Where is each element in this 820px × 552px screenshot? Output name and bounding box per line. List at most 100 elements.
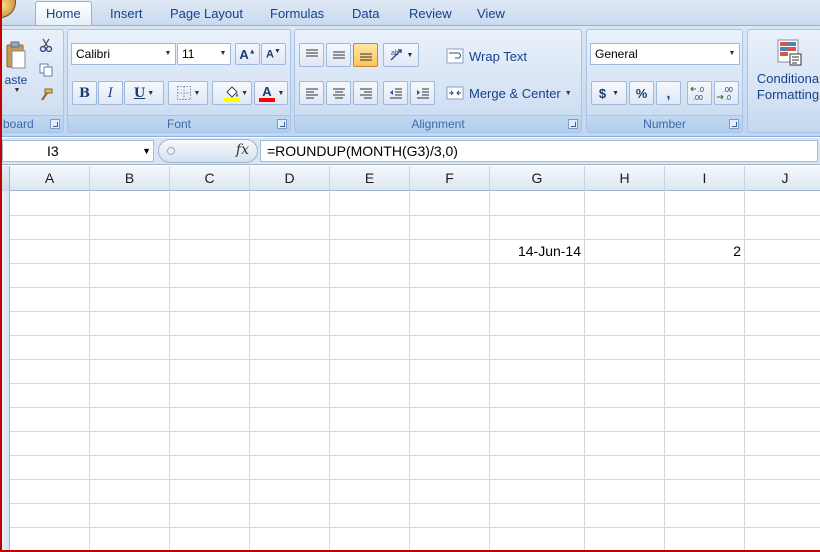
increase-decimal-button[interactable]: .0 .00: [687, 81, 712, 105]
scissors-icon: [39, 38, 53, 52]
number-format-select[interactable]: General ▼: [590, 43, 740, 65]
insert-function-icon[interactable]: fx: [236, 142, 249, 158]
align-left-button[interactable]: [299, 81, 324, 105]
tab-data[interactable]: Data: [348, 2, 383, 26]
column-header-a[interactable]: A: [10, 166, 90, 191]
currency-label: $: [598, 85, 607, 101]
column-header-e[interactable]: E: [330, 166, 410, 191]
name-box-value: I3: [47, 143, 59, 159]
font-size-select[interactable]: 11 ▼: [177, 43, 231, 65]
align-middle-button[interactable]: [326, 43, 351, 67]
borders-button[interactable]: ▼: [168, 81, 208, 105]
increase-indent-button[interactable]: [410, 81, 435, 105]
gridline: [10, 311, 820, 312]
font-launcher-icon[interactable]: [277, 119, 287, 129]
comma-button[interactable]: ,: [656, 81, 681, 105]
chevron-down-icon: ▼: [406, 51, 414, 59]
paste-dropdown-icon[interactable]: ▼: [14, 87, 21, 94]
paste-button[interactable]: aste ▼: [1, 40, 31, 104]
gridline: [10, 383, 820, 384]
align-right-icon: [359, 88, 372, 99]
column-header-b[interactable]: B: [90, 166, 170, 191]
shrink-font-button[interactable]: A▼: [261, 43, 286, 65]
percent-button[interactable]: %: [629, 81, 654, 105]
number-launcher-icon[interactable]: [729, 119, 739, 129]
wrap-text-icon: [446, 48, 464, 64]
increase-decimal-icon: .0 .00: [689, 86, 703, 101]
gridline: [10, 263, 820, 264]
gridline: [89, 191, 90, 552]
gridline: [10, 431, 820, 432]
gridline: [169, 191, 170, 552]
bold-button[interactable]: B: [72, 81, 97, 105]
alignment-launcher-icon[interactable]: [568, 119, 578, 129]
paintbrush-icon: [41, 88, 53, 101]
clipboard-launcher-icon[interactable]: [50, 119, 60, 129]
gridline: [249, 191, 250, 552]
column-header-h[interactable]: H: [585, 166, 665, 191]
align-right-button[interactable]: [353, 81, 378, 105]
decrease-decimal-button[interactable]: .00 .0: [714, 81, 739, 105]
italic-button[interactable]: I: [98, 81, 123, 105]
font-name-select[interactable]: Calibri ▼: [71, 43, 176, 65]
align-bottom-button[interactable]: [353, 43, 378, 67]
tab-home[interactable]: Home: [35, 1, 92, 27]
resize-grip-icon[interactable]: [167, 147, 175, 155]
tab-insert[interactable]: Insert: [106, 2, 147, 26]
column-header-c[interactable]: C: [170, 166, 250, 191]
underline-button[interactable]: U ▼: [124, 81, 164, 105]
column-header-j[interactable]: J: [745, 166, 820, 191]
wrap-text-button[interactable]: Wrap Text: [445, 45, 535, 67]
conditional-formatting-button[interactable]: Conditiona Formatting: [750, 36, 820, 114]
font-name-value: Calibri: [76, 47, 111, 61]
svg-text:ab: ab: [391, 50, 399, 57]
tab-formulas[interactable]: Formulas: [266, 2, 328, 26]
conditional-formatting-label-1: Conditiona: [756, 71, 820, 86]
align-left-icon: [305, 88, 318, 99]
fill-color-button[interactable]: ▼: [212, 81, 252, 105]
gridline: [744, 191, 745, 552]
column-header-f[interactable]: F: [410, 166, 490, 191]
decrease-indent-icon: [389, 88, 402, 99]
decrease-decimal-icon: .00 .0: [716, 87, 732, 101]
column-header-i[interactable]: I: [665, 166, 745, 191]
wrap-text-label: Wrap Text: [469, 48, 528, 64]
column-header-g[interactable]: G: [490, 166, 585, 191]
orientation-button[interactable]: ab ▼: [383, 43, 419, 67]
copy-button[interactable]: [37, 61, 55, 79]
currency-button[interactable]: $ ▼: [591, 81, 627, 105]
font-color-button[interactable]: A ▼: [254, 81, 288, 105]
tab-review[interactable]: Review: [405, 2, 456, 26]
decrease-indent-button[interactable]: [383, 81, 408, 105]
chevron-down-icon: ▼: [147, 89, 155, 97]
ribbon-tab-bar: Home Insert Page Layout Formulas Data Re…: [0, 0, 820, 27]
align-top-icon: [305, 49, 318, 57]
merge-center-button[interactable]: Merge & Center ▼: [445, 82, 577, 104]
gridline: [10, 455, 820, 456]
name-box[interactable]: I3 ▼: [2, 140, 154, 162]
column-header-d[interactable]: D: [250, 166, 330, 191]
worksheet-grid[interactable]: A B C D E F G H I J 14-Jun-14 2: [0, 166, 820, 552]
cut-button[interactable]: [37, 36, 55, 54]
gridline: [584, 191, 585, 552]
increase-indent-icon: [416, 88, 429, 99]
underline-label: U: [133, 85, 146, 101]
align-bottom-icon: [359, 53, 372, 61]
gridline: [409, 191, 410, 552]
cell-i3[interactable]: 2: [665, 240, 741, 263]
align-center-button[interactable]: [326, 81, 351, 105]
formula-bar: I3 ▼ fx =ROUNDUP(MONTH(G3)/3,0): [0, 138, 820, 165]
chevron-down-icon: ▼: [612, 89, 620, 97]
cell-g3[interactable]: 14-Jun-14: [490, 240, 581, 263]
office-button[interactable]: [0, 0, 16, 18]
tab-page-layout[interactable]: Page Layout: [166, 2, 247, 26]
window-frame-left: [0, 0, 2, 552]
formula-input[interactable]: =ROUNDUP(MONTH(G3)/3,0): [260, 140, 818, 162]
tab-view[interactable]: View: [473, 2, 509, 26]
format-painter-button[interactable]: [37, 86, 55, 104]
shrink-font-icon: A▼: [266, 47, 281, 61]
grow-font-icon: A▲: [239, 46, 256, 62]
grow-font-button[interactable]: A▲: [235, 43, 260, 65]
chevron-down-icon[interactable]: ▼: [142, 141, 151, 161]
align-top-button[interactable]: [299, 43, 324, 67]
